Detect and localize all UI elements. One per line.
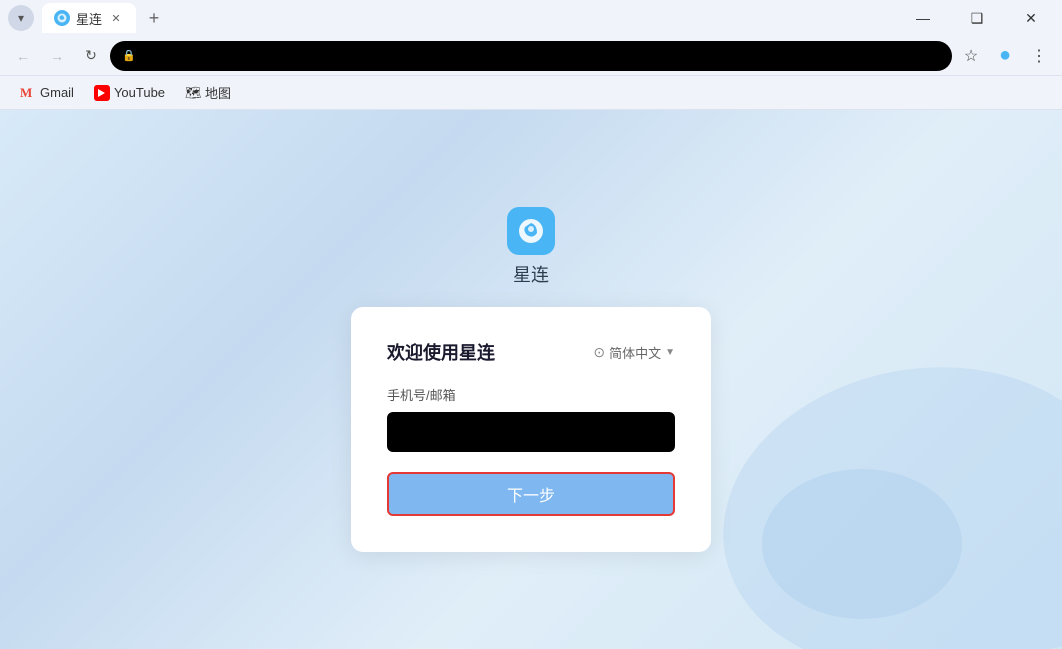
toolbar-right: ☆ ● ⋮ — [956, 41, 1054, 71]
card-title: 欢迎使用星连 — [387, 339, 495, 365]
bookmark-youtube-label: YouTube — [114, 85, 165, 100]
forward-btn[interactable]: → — [42, 41, 72, 71]
titlebar-right: — ❑ ✕ — [900, 0, 1054, 36]
page-content: 星连 欢迎使用星连 ⊙ 简体中文 ▼ 手机号/邮箱 下一步 — [0, 110, 1062, 649]
maximize-btn[interactable]: ❑ — [954, 0, 1000, 36]
gmail-icon: M — [20, 85, 36, 101]
lang-arrow-icon: ▼ — [665, 347, 675, 358]
tab-close-btn[interactable]: ✕ — [108, 10, 124, 26]
bg-decor-1 — [699, 337, 1062, 649]
toolbar: ← → ↻ 🔒 ☆ ● ⋮ — [0, 36, 1062, 76]
maps-icon: 🗺 — [185, 85, 201, 101]
account-btn[interactable]: ● — [990, 41, 1020, 71]
app-logo-area: 星连 — [507, 207, 555, 287]
tab-title: 星连 — [76, 9, 102, 28]
youtube-icon — [94, 85, 110, 101]
bookmarks-bar: M Gmail YouTube 🗺 地图 — [0, 76, 1062, 110]
app-logo-text: 星连 — [513, 261, 549, 287]
lang-icon: ⊙ — [593, 344, 605, 361]
bookmark-star-btn[interactable]: ☆ — [956, 41, 986, 71]
next-btn-label: 下一步 — [507, 482, 555, 506]
bookmark-maps[interactable]: 🗺 地图 — [177, 81, 239, 104]
new-tab-btn[interactable]: + — [140, 4, 168, 32]
bookmark-maps-label: 地图 — [205, 83, 231, 102]
bookmark-gmail[interactable]: M Gmail — [12, 83, 82, 103]
address-bar[interactable]: 🔒 — [110, 41, 952, 71]
login-card: 欢迎使用星连 ⊙ 简体中文 ▼ 手机号/邮箱 下一步 — [351, 307, 711, 552]
bg-decor-2 — [762, 469, 962, 619]
lang-selector[interactable]: ⊙ 简体中文 ▼ — [593, 343, 675, 362]
menu-btn[interactable]: ⋮ — [1024, 41, 1054, 71]
next-btn[interactable]: 下一步 — [387, 472, 675, 516]
phone-email-input[interactable] — [387, 412, 675, 452]
close-btn[interactable]: ✕ — [1008, 0, 1054, 36]
app-logo-icon — [507, 207, 555, 255]
titlebar-left: ▾ 星连 ✕ + — [8, 3, 168, 33]
secure-icon: 🔒 — [122, 49, 136, 62]
bookmark-gmail-label: Gmail — [40, 85, 74, 100]
bookmark-youtube[interactable]: YouTube — [86, 83, 173, 103]
card-header: 欢迎使用星连 ⊙ 简体中文 ▼ — [387, 339, 675, 365]
titlebar: ▾ 星连 ✕ + — ❑ ✕ — [0, 0, 1062, 36]
refresh-btn[interactable]: ↻ — [76, 41, 106, 71]
minimize-btn[interactable]: — — [900, 0, 946, 36]
lang-label: 简体中文 — [609, 343, 661, 362]
phone-email-label: 手机号/邮箱 — [387, 385, 675, 404]
tab-dropdown-btn[interactable]: ▾ — [8, 5, 34, 31]
active-tab[interactable]: 星连 ✕ — [42, 3, 136, 33]
tab-favicon — [54, 10, 70, 26]
back-btn[interactable]: ← — [8, 41, 38, 71]
